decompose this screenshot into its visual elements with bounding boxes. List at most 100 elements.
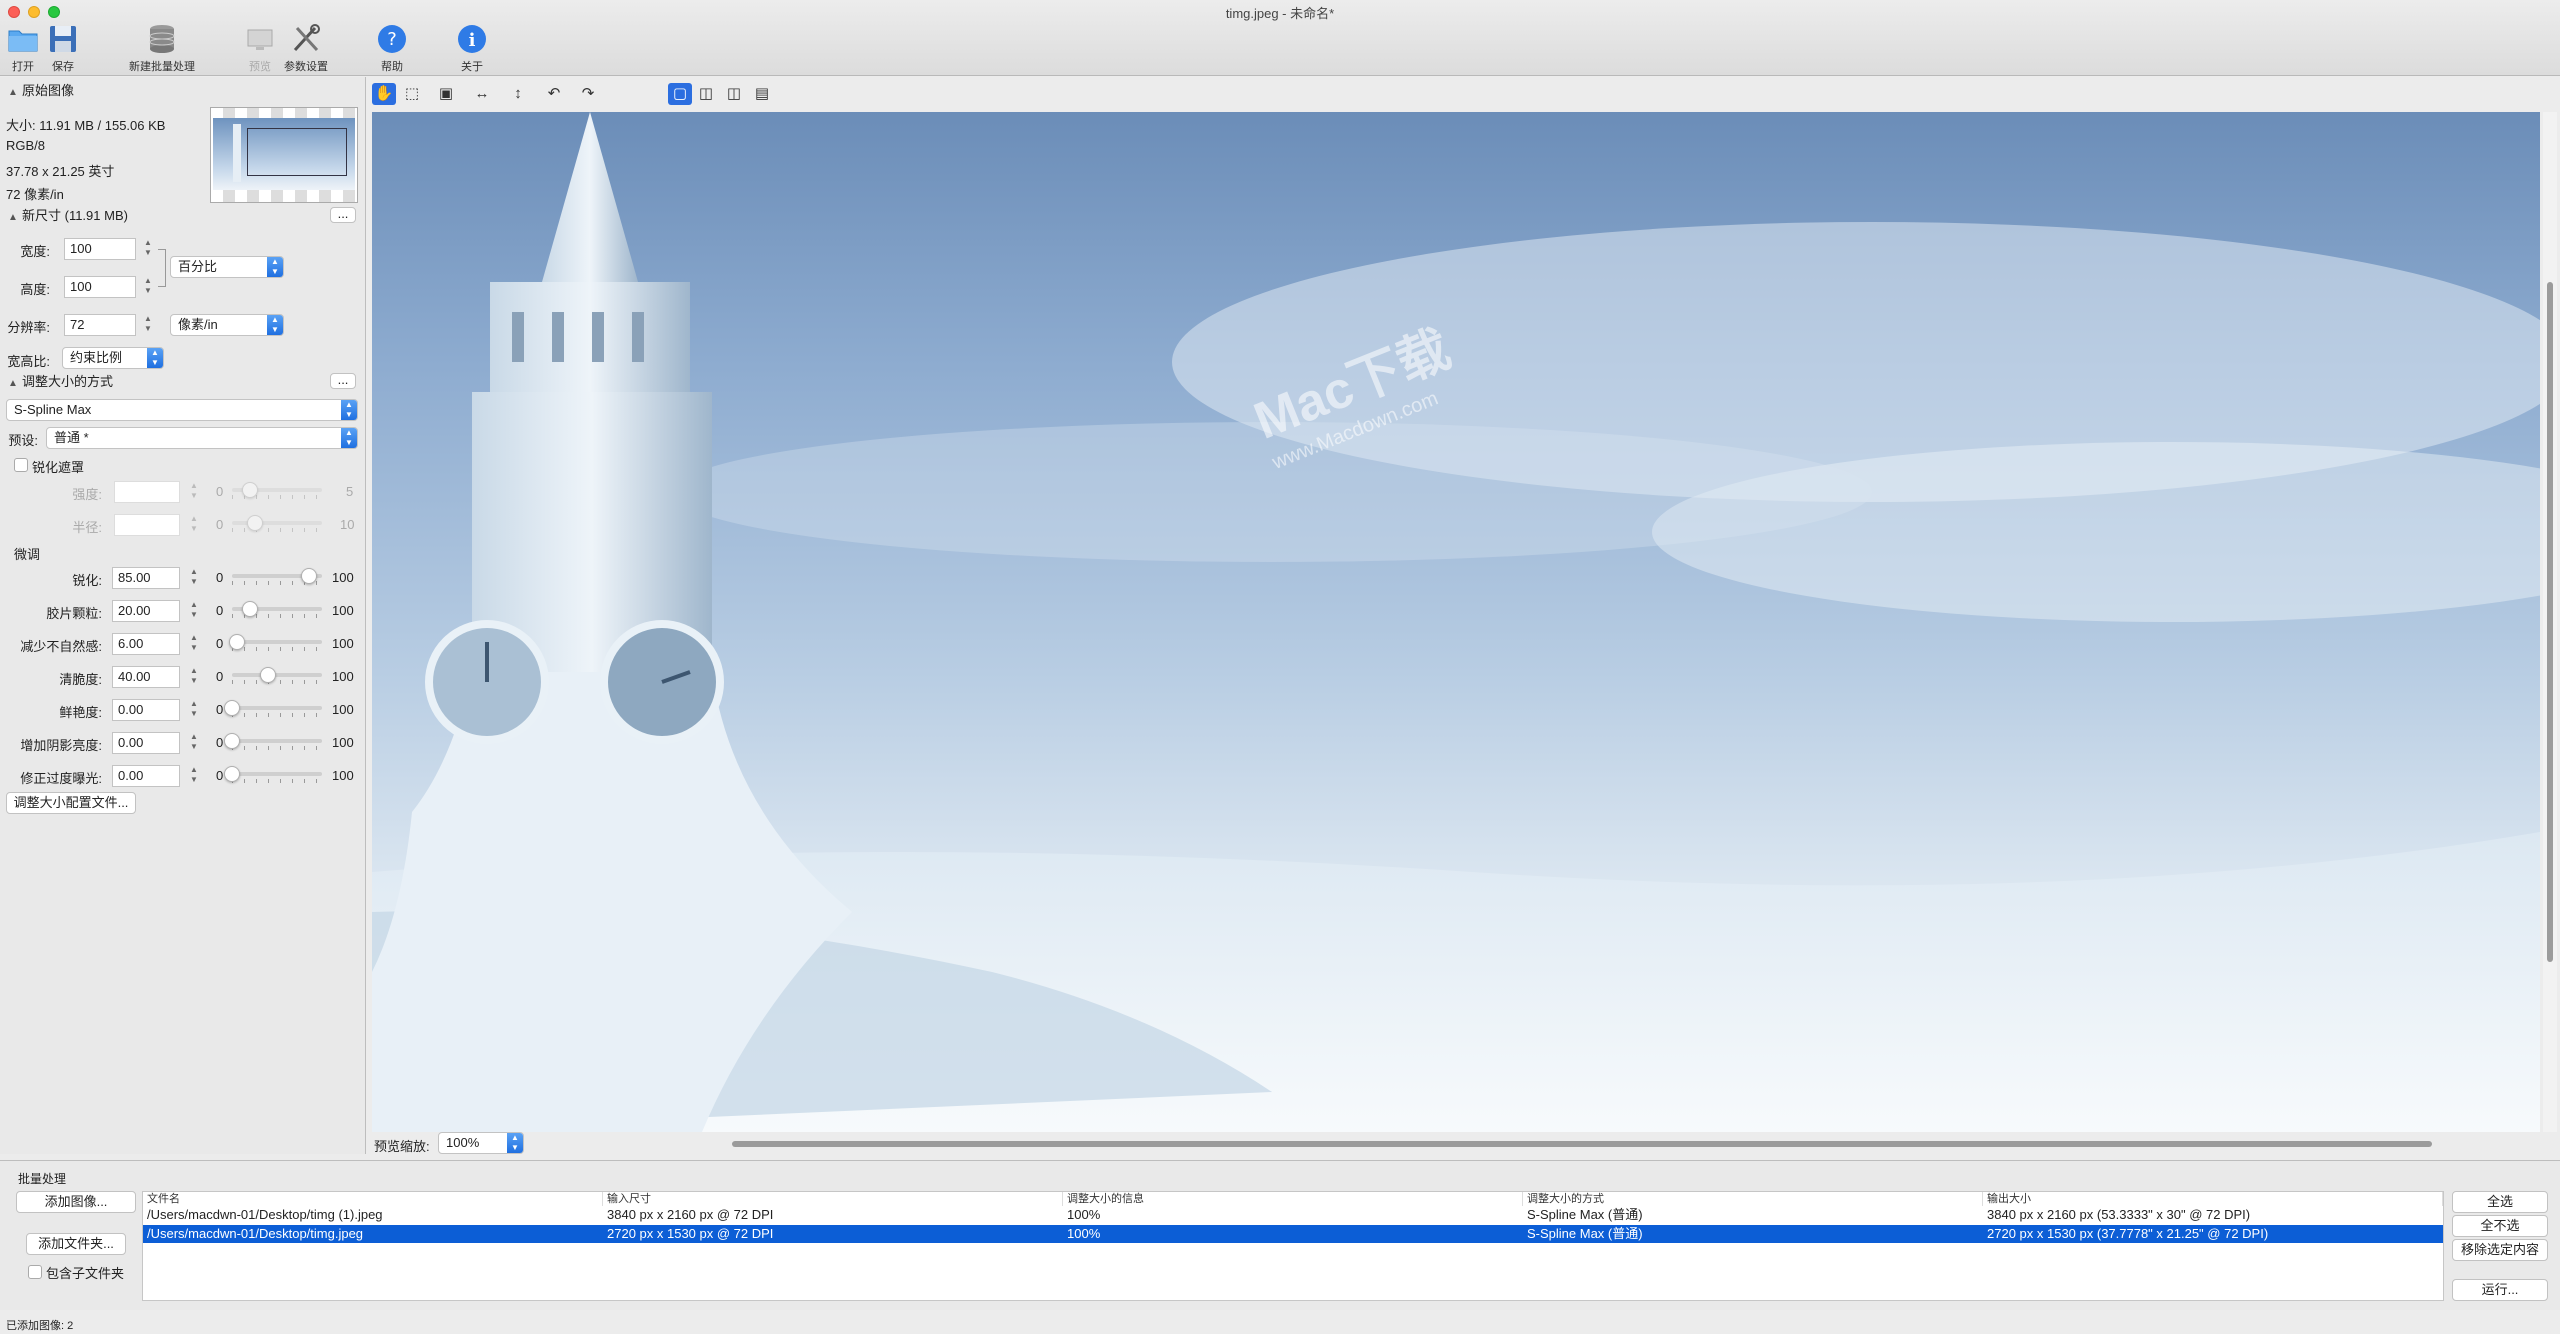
finetune-max: 100 bbox=[332, 768, 354, 783]
select-none-button[interactable]: 全不选 bbox=[2452, 1215, 2548, 1237]
resize-profile-button[interactable]: 调整大小配置文件... bbox=[6, 792, 136, 814]
finetune-input[interactable]: 0.00 bbox=[112, 699, 180, 721]
finetune-label: 减少不自然感: bbox=[20, 639, 102, 654]
about-button[interactable]: i 关于 bbox=[455, 22, 489, 74]
finetune-slider[interactable] bbox=[224, 697, 322, 719]
width-input[interactable]: 100 bbox=[64, 238, 136, 260]
finetune-input[interactable]: 0.00 bbox=[112, 732, 180, 754]
finetune-stepper[interactable]: ▲ ▼ bbox=[188, 567, 200, 589]
help-button[interactable]: ? 帮助 bbox=[375, 22, 409, 74]
batch-table[interactable]: 文件名 输入尺寸 调整大小的信息 调整大小的方式 输出大小 /Users/macdwn-… bbox=[142, 1191, 2444, 1301]
finetune-slider[interactable] bbox=[232, 598, 322, 620]
slider-knob[interactable] bbox=[242, 482, 258, 498]
height-input[interactable]: 100 bbox=[64, 276, 136, 298]
scroll-thumb[interactable] bbox=[2547, 282, 2553, 962]
width-stepper[interactable]: ▲ ▼ bbox=[142, 238, 154, 260]
new-size-header[interactable]: ▲ 新尺寸 (11.91 MB) bbox=[0, 205, 366, 227]
split-view-button[interactable]: ◫ bbox=[694, 83, 718, 105]
crop-tool-button[interactable]: ▣ bbox=[434, 83, 458, 105]
flip-horizontal-button[interactable]: ↔ bbox=[470, 83, 494, 105]
slider-knob[interactable] bbox=[224, 700, 240, 716]
table-row[interactable]: /Users/macdwn-01/Desktop/timg (1).jpeg 38… bbox=[143, 1206, 2443, 1224]
rotate-right-button[interactable]: ↷ bbox=[576, 83, 600, 105]
radius-stepper[interactable]: ▲ ▼ bbox=[188, 514, 200, 536]
finetune-stepper[interactable]: ▲ ▼ bbox=[188, 765, 200, 787]
flip-vertical-button[interactable]: ↕ bbox=[506, 83, 530, 105]
single-pane-icon: ▢ bbox=[672, 85, 688, 102]
finetune-input[interactable]: 40.00 bbox=[112, 666, 180, 688]
remove-selected-button[interactable]: 移除选定内容 bbox=[2452, 1239, 2548, 1261]
finetune-slider[interactable] bbox=[232, 664, 322, 686]
single-view-button[interactable]: ▢ bbox=[668, 83, 692, 105]
finetune-slider[interactable] bbox=[232, 565, 322, 587]
sharpen-mask-checkbox[interactable] bbox=[14, 458, 28, 472]
run-button[interactable]: 运行... bbox=[2452, 1279, 2548, 1301]
slider-knob[interactable] bbox=[224, 733, 240, 749]
radius-slider[interactable] bbox=[232, 512, 322, 534]
rotate-left-button[interactable]: ↶ bbox=[542, 83, 566, 105]
radius-input[interactable] bbox=[114, 514, 180, 536]
finetune-stepper[interactable]: ▲ ▼ bbox=[188, 666, 200, 688]
svg-text:i: i bbox=[469, 30, 476, 51]
preset-select[interactable]: 普通 * ▲ ▼ bbox=[46, 427, 358, 449]
column-header[interactable]: 文件名 bbox=[143, 1192, 603, 1206]
column-header[interactable]: 调整大小的信息 bbox=[1063, 1192, 1523, 1206]
slider-knob[interactable] bbox=[224, 766, 240, 782]
scroll-thumb[interactable] bbox=[732, 1141, 2432, 1147]
preview-vertical-scrollbar[interactable] bbox=[2543, 112, 2557, 1132]
finetune-input[interactable]: 6.00 bbox=[112, 633, 180, 655]
resolution-input[interactable]: 72 bbox=[64, 314, 136, 336]
zoom-select[interactable]: 100% ▲ ▼ bbox=[438, 1132, 524, 1154]
finetune-input[interactable]: 85.00 bbox=[112, 567, 180, 589]
new-size-more-button[interactable]: ... bbox=[330, 207, 356, 223]
column-header[interactable]: 输入尺寸 bbox=[603, 1192, 1063, 1206]
column-header[interactable]: 调整大小的方式 bbox=[1523, 1192, 1983, 1206]
finetune-slider[interactable] bbox=[229, 631, 322, 653]
preview-horizontal-scrollbar[interactable] bbox=[732, 1141, 2532, 1147]
finetune-input[interactable]: 0.00 bbox=[112, 765, 180, 787]
aspect-ratio-select[interactable]: 约束比例 ▲ ▼ bbox=[62, 347, 164, 369]
open-button[interactable]: 打开 bbox=[6, 22, 40, 74]
add-images-button[interactable]: 添加图像... bbox=[16, 1191, 136, 1213]
strength-stepper[interactable]: ▲ ▼ bbox=[188, 481, 200, 503]
include-subfolders-checkbox[interactable] bbox=[28, 1265, 42, 1279]
crop-icon: ▣ bbox=[438, 85, 454, 102]
stacked-view-button[interactable]: ▤ bbox=[750, 83, 774, 105]
slider-knob[interactable] bbox=[246, 515, 263, 531]
slider-knob[interactable] bbox=[260, 667, 276, 683]
finetune-stepper[interactable]: ▲ ▼ bbox=[188, 600, 200, 622]
thumbnail-image[interactable] bbox=[210, 107, 358, 203]
add-folder-button[interactable]: 添加文件夹... bbox=[26, 1233, 126, 1255]
finetune-stepper[interactable]: ▲ ▼ bbox=[188, 633, 200, 655]
select-all-button[interactable]: 全选 bbox=[2452, 1191, 2548, 1213]
finetune-slider[interactable] bbox=[224, 730, 322, 752]
save-button[interactable]: 保存 bbox=[46, 22, 80, 74]
preview-canvas[interactable]: Mac下载 www.Macdown.com bbox=[372, 112, 2540, 1132]
resolution-stepper[interactable]: ▲ ▼ bbox=[142, 314, 154, 336]
size-unit-select[interactable]: 百分比 ▲ ▼ bbox=[170, 256, 284, 278]
column-header[interactable]: 输出大小 bbox=[1983, 1192, 2443, 1206]
finetune-input[interactable]: 20.00 bbox=[112, 600, 180, 622]
method-more-button[interactable]: ... bbox=[330, 373, 356, 389]
hand-tool-button[interactable]: ✋ bbox=[372, 83, 396, 105]
height-stepper[interactable]: ▲ ▼ bbox=[142, 276, 154, 298]
strength-slider[interactable] bbox=[232, 479, 322, 501]
strength-input[interactable] bbox=[114, 481, 180, 503]
original-image-header[interactable]: ▲ 原始图像 bbox=[0, 80, 366, 102]
algorithm-select[interactable]: S-Spline Max ▲ ▼ bbox=[6, 399, 358, 421]
resolution-unit-select[interactable]: 像素/in ▲ ▼ bbox=[170, 314, 284, 336]
finetune-stepper[interactable]: ▲ ▼ bbox=[188, 732, 200, 754]
finetune-slider[interactable] bbox=[224, 763, 322, 785]
slider-knob[interactable] bbox=[300, 568, 317, 584]
new-batch-button[interactable]: 新建批量处理 bbox=[124, 22, 200, 74]
side-by-side-button[interactable]: ◫ bbox=[722, 83, 746, 105]
resize-method-header[interactable]: ▲ 调整大小的方式 bbox=[0, 371, 366, 393]
original-size: 大小: 11.91 MB / 155.06 KB bbox=[6, 118, 166, 133]
finetune-stepper[interactable]: ▲ ▼ bbox=[188, 699, 200, 721]
selection-tool-button[interactable]: ⬚ bbox=[400, 83, 424, 105]
slider-knob[interactable] bbox=[242, 601, 258, 617]
height-label: 高度: bbox=[20, 282, 50, 297]
table-row[interactable]: /Users/macdwn-01/Desktop/timg.jpeg 2720 p… bbox=[143, 1225, 2443, 1243]
preview-button[interactable]: 预览 bbox=[243, 22, 277, 74]
preferences-button[interactable]: 参数设置 bbox=[282, 22, 330, 74]
